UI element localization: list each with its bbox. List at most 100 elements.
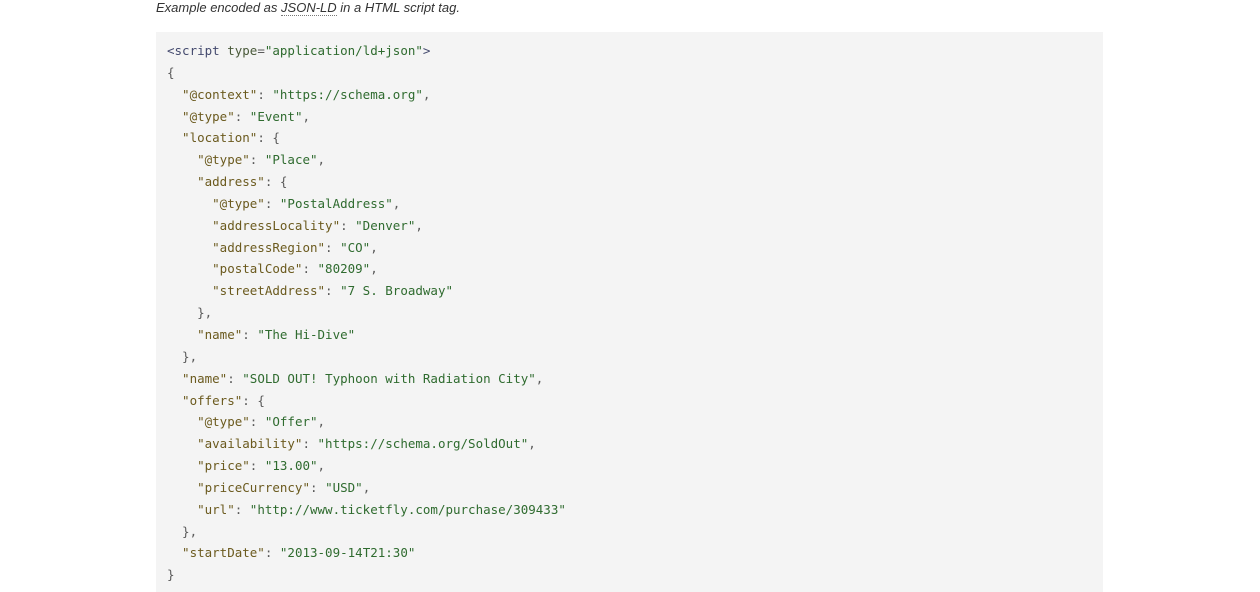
- code-token: type: [227, 43, 258, 58]
- code-token: "http://www.ticketfly.com/purchase/30943…: [249, 501, 566, 517]
- code-token: :: [310, 479, 326, 495]
- code-line: },: [167, 346, 1103, 368]
- code-token: "address": [167, 174, 265, 190]
- code-token: ,: [317, 414, 326, 430]
- code-token: "Event": [249, 108, 303, 124]
- code-token: "https://schema.org/SoldOut": [317, 436, 529, 452]
- code-line: "addressLocality": "Denver",: [167, 215, 1103, 237]
- code-token: "application/ld+json": [264, 43, 423, 58]
- code-token: "@type": [167, 152, 250, 168]
- code-token: "streetAddress": [167, 283, 326, 299]
- code-token: :: [234, 108, 250, 124]
- code-token: :: [302, 436, 318, 452]
- code-line: "startDate": "2013-09-14T21:30": [167, 542, 1103, 564]
- code-token: "postalCode": [167, 261, 303, 277]
- code-token: {: [167, 64, 175, 80]
- code-token: "The Hi-Dive": [257, 326, 356, 342]
- jsonld-term[interactable]: JSON-LD: [281, 0, 337, 16]
- code-token: "location": [167, 130, 258, 146]
- code-token: "SOLD OUT! Typhoon with Radiation City": [242, 370, 536, 386]
- code-token: "priceCurrency": [167, 479, 310, 495]
- code-line: "streetAddress": "7 S. Broadway": [167, 280, 1103, 302]
- code-token: "USD": [325, 479, 363, 495]
- code-token: ,: [317, 458, 326, 474]
- code-token: ,: [415, 217, 423, 233]
- code-token: "addressRegion": [167, 239, 326, 255]
- code-token: :: [242, 326, 258, 342]
- code-line: "location": {: [167, 127, 1103, 149]
- code-block[interactable]: <script type="application/ld+json"> { "@c…: [156, 32, 1103, 592]
- code-token: :: [340, 217, 356, 233]
- code-token: :: [227, 370, 243, 386]
- code-token: ,: [317, 152, 326, 168]
- code-token: : {: [264, 174, 288, 190]
- code-token: :: [249, 458, 265, 474]
- code-line: },: [167, 521, 1103, 543]
- code-line: "addressRegion": "CO",: [167, 237, 1103, 259]
- code-token: ,: [422, 86, 431, 102]
- code-line: {: [167, 62, 1103, 84]
- code-token: "2013-09-14T21:30": [279, 545, 416, 561]
- example-caption: Example encoded as JSON-LD in a HTML scr…: [156, 0, 460, 16]
- code-token: :: [302, 261, 318, 277]
- code-token: },: [167, 523, 198, 539]
- code-token: ,: [535, 370, 544, 386]
- code-token: :: [264, 195, 280, 211]
- code-token: =: [257, 43, 265, 58]
- code-token: ,: [362, 479, 371, 495]
- code-line: "name": "The Hi-Dive": [167, 324, 1103, 346]
- code-token: :: [325, 283, 341, 299]
- code-line: "priceCurrency": "USD",: [167, 477, 1103, 499]
- code-line: "postalCode": "80209",: [167, 258, 1103, 280]
- code-line: "url": "http://www.ticketfly.com/purchas…: [167, 499, 1103, 521]
- code-token: "addressLocality": [167, 217, 341, 233]
- code-token: "url": [167, 501, 235, 517]
- code-line: "price": "13.00",: [167, 455, 1103, 477]
- code-token: "Denver": [355, 217, 416, 233]
- code-token: ,: [302, 108, 311, 124]
- code-token: "availability": [167, 436, 303, 452]
- code-line: "@type": "Place",: [167, 149, 1103, 171]
- code-token: "price": [167, 458, 250, 474]
- code-token: "@context": [167, 86, 258, 102]
- code-token: "https://schema.org": [272, 86, 423, 102]
- code-line: "offers": {: [167, 390, 1103, 412]
- code-token: "Place": [264, 152, 318, 168]
- code-token: "@type": [167, 195, 265, 211]
- code-line: <script type="application/ld+json">: [167, 40, 1103, 62]
- code-token: ,: [370, 261, 378, 277]
- code-token: "PostalAddress": [279, 195, 393, 211]
- code-token: "offers": [167, 392, 243, 408]
- code-token: ,: [392, 195, 401, 211]
- code-token: }: [167, 567, 175, 583]
- code-line: "@type": "Offer",: [167, 411, 1103, 433]
- code-line: "availability": "https://schema.org/Sold…: [167, 433, 1103, 455]
- code-token: "7 S. Broadway": [340, 283, 453, 299]
- code-line: "@context": "https://schema.org",: [167, 84, 1103, 106]
- code-token: "CO": [340, 239, 371, 255]
- code-token: "Offer": [264, 414, 318, 430]
- code-token: :: [249, 414, 265, 430]
- caption-prefix: Example encoded as: [156, 0, 282, 15]
- caption-suffix: in a HTML script tag.: [336, 0, 460, 15]
- code-token: "13.00": [264, 458, 318, 474]
- code-line: "@type": "PostalAddress",: [167, 193, 1103, 215]
- code-token: : {: [257, 130, 280, 146]
- code-token: ,: [528, 436, 536, 452]
- code-token: :: [249, 152, 265, 168]
- code-token: :: [264, 545, 280, 561]
- code-line: "@type": "Event",: [167, 106, 1103, 128]
- code-token: "@type": [167, 108, 235, 124]
- code-token: "@type": [167, 414, 250, 430]
- code-token: "name": [167, 326, 243, 342]
- code-token: : {: [242, 392, 265, 408]
- code-token: :: [257, 86, 273, 102]
- code-token: :: [234, 501, 250, 517]
- code-token: "name": [167, 370, 228, 386]
- code-line: },: [167, 302, 1103, 324]
- code-line: "address": {: [167, 171, 1103, 193]
- code-token: <script: [167, 43, 228, 58]
- code-line: "name": "SOLD OUT! Typhoon with Radiatio…: [167, 368, 1103, 390]
- code-token: },: [167, 348, 198, 364]
- code-token: ,: [370, 239, 378, 255]
